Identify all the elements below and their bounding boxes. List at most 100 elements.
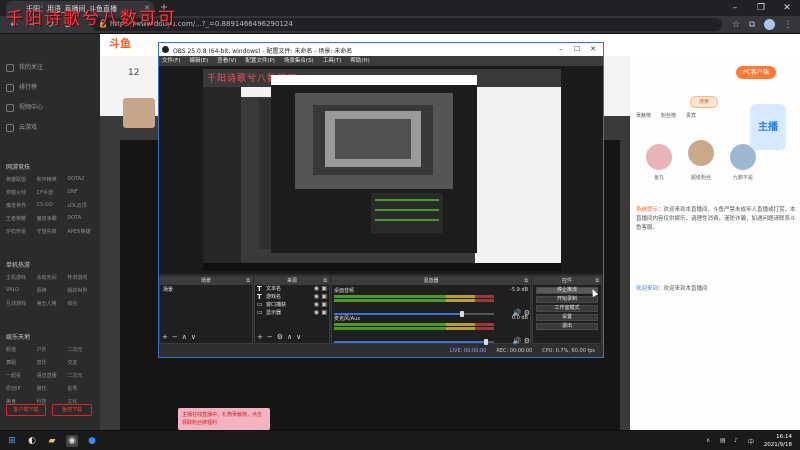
nav-item-video[interactable]: 视频中心	[6, 102, 43, 112]
tab-fans[interactable]: 粉丝榜	[661, 112, 676, 119]
nav-link[interactable]: 王者荣耀	[6, 215, 37, 222]
nav-link[interactable]: 二次元	[67, 346, 98, 353]
nav-link[interactable]: 娱乐	[37, 385, 68, 392]
nav-link[interactable]: 二次元	[67, 372, 98, 379]
dock-float-icon[interactable]: ⧉	[246, 277, 250, 285]
nav-link[interactable]: 户外	[37, 346, 68, 353]
nav-link[interactable]: 第五人格	[37, 300, 68, 307]
nav-item-rank[interactable]: 排行榜	[6, 82, 37, 92]
search-button[interactable]: 搜索	[690, 96, 718, 108]
fan-avatar[interactable]	[646, 144, 672, 170]
profile-avatar[interactable]	[764, 19, 775, 30]
nav-link[interactable]: 语音直播	[37, 372, 68, 379]
pc-client-badge[interactable]: PC客户端	[736, 66, 776, 79]
menu-icon[interactable]: ⋮	[782, 19, 794, 31]
nav-link[interactable]: 和平精英	[37, 176, 68, 183]
streamer-avatar[interactable]	[123, 98, 155, 128]
menu-scene-collection[interactable]: 场景集合(S)	[284, 56, 314, 66]
nav-link[interactable]: CS:GO	[37, 202, 68, 209]
stop-streaming-button[interactable]: 停止推流	[536, 287, 598, 294]
tab-contribution[interactable]: 贡献榜	[636, 112, 651, 119]
move-up-icon[interactable]: ∧	[287, 333, 292, 341]
obs-titlebar[interactable]: OBS 25.0.8 (64-bit, windows) - 配置文件: 未命名…	[159, 43, 603, 56]
studio-mode-button[interactable]: 工作室模式	[536, 305, 598, 312]
volume-icon[interactable]: ♪	[734, 437, 738, 444]
nav-link[interactable]: 守望先锋	[37, 228, 68, 235]
nav-link[interactable]: 原神	[37, 287, 68, 294]
nav-item-cloudgame[interactable]: 云游戏	[6, 122, 37, 132]
tab-vip[interactable]: 贵宾	[686, 112, 696, 119]
notice-banner[interactable]: 主播在线直播中，礼物贡献榜，点击领取粉丝牌福利	[178, 408, 270, 430]
ime-indicator[interactable]: 中	[748, 437, 754, 446]
taskbar-clock[interactable]: 16:14 2021/9/18	[764, 433, 792, 449]
obs-maximize-button[interactable]: ☐	[569, 43, 585, 56]
menu-view[interactable]: 查看(V)	[217, 56, 236, 66]
visibility-icon[interactable]: ◉	[314, 285, 319, 293]
nav-link[interactable]: DNF	[67, 189, 98, 196]
nav-link[interactable]: DOTA	[67, 215, 98, 222]
nav-link[interactable]: 永劫无间	[37, 274, 68, 281]
visibility-icon[interactable]: ◉	[314, 293, 319, 301]
menu-tools[interactable]: 工具(T)	[323, 56, 342, 66]
site-logo[interactable]: 斗鱼	[100, 34, 140, 54]
settings-button[interactable]: 设置	[536, 314, 598, 321]
obs-taskbar-icon[interactable]: ◉	[66, 435, 78, 447]
nav-link[interactable]: 穿越火线	[6, 189, 37, 196]
gear-icon[interactable]: ⚙	[524, 337, 530, 345]
menu-help[interactable]: 帮助(H)	[350, 56, 369, 66]
nav-item-follow[interactable]: 我的关注	[6, 62, 43, 72]
nav-link[interactable]: 怀旧游戏	[67, 274, 98, 281]
lock-icon[interactable]: ▣	[321, 293, 327, 301]
nav-link[interactable]: 一起看	[6, 372, 37, 379]
nav-link[interactable]: 舞蹈	[6, 359, 37, 366]
source-item[interactable]: ▭ 窗口捕获 ◉ ▣	[255, 301, 329, 309]
speaker-icon[interactable]: 🔊	[513, 337, 522, 345]
nav-link[interactable]: DOTA2	[67, 176, 98, 183]
app-download-button[interactable]: 鱼吧下载	[52, 404, 92, 416]
nav-link[interactable]: 魔兽世界	[6, 202, 37, 209]
source-item[interactable]: T 文本名 ◉ ▣	[255, 285, 329, 293]
exit-button[interactable]: 退出	[536, 323, 598, 330]
move-down-icon[interactable]: ∨	[296, 333, 301, 341]
url-field[interactable]: 🔒 https://www.douyu.com/...?_=0.88914664…	[92, 18, 722, 31]
nav-link[interactable]: 主机游戏	[6, 274, 37, 281]
dock-float-icon[interactable]: ⧉	[323, 277, 327, 285]
star-icon[interactable]: ☆	[730, 19, 742, 31]
fan-avatar[interactable]	[688, 140, 714, 166]
source-item[interactable]: ▭ 显示器 ◉ ▣	[255, 309, 329, 317]
network-icon[interactable]: ▤	[720, 437, 726, 444]
tray-chevron-icon[interactable]: ∧	[706, 437, 710, 444]
dock-float-icon[interactable]: ⧉	[524, 277, 528, 285]
nav-link[interactable]: 英雄联盟	[6, 176, 37, 183]
nav-link[interactable]: VALO	[6, 287, 37, 294]
nav-link[interactable]: 综合	[67, 300, 98, 307]
start-recording-button[interactable]: 开始录制	[536, 296, 598, 303]
menu-profile[interactable]: 配置文件(P)	[245, 56, 275, 66]
visibility-icon[interactable]: ◉	[314, 309, 319, 317]
minimize-button[interactable]: –	[722, 0, 748, 16]
volume-slider[interactable]	[334, 339, 494, 345]
move-up-icon[interactable]: ∧	[182, 333, 187, 341]
menu-edit[interactable]: 编辑(E)	[189, 56, 208, 66]
maximize-button[interactable]: ❐	[748, 0, 774, 16]
windows-start-icon[interactable]: ⊞	[6, 435, 18, 447]
nav-link[interactable]: 我的世界	[67, 287, 98, 294]
lock-icon[interactable]: ▣	[321, 301, 327, 309]
nav-link[interactable]: 星秀	[67, 385, 98, 392]
dock-float-icon[interactable]: ⧉	[595, 277, 599, 285]
nav-link[interactable]: 交友	[67, 359, 98, 366]
remove-icon[interactable]: −	[172, 333, 178, 341]
visibility-icon[interactable]: ◉	[314, 301, 319, 309]
scene-item[interactable]: 场景	[160, 285, 252, 294]
settings-icon[interactable]: ⚙	[277, 333, 283, 341]
nav-link[interactable]: 炉石传说	[6, 228, 37, 235]
nav-link[interactable]: 互动游戏	[6, 300, 37, 307]
nav-link[interactable]: CF手游	[37, 189, 68, 196]
obs-minimize-button[interactable]: –	[553, 43, 569, 56]
lock-icon[interactable]: ▣	[321, 285, 327, 293]
nav-link[interactable]: 原创IP	[6, 385, 37, 392]
add-icon[interactable]: +	[257, 333, 263, 341]
move-down-icon[interactable]: ∨	[191, 333, 196, 341]
obs-close-button[interactable]: ✕	[585, 43, 601, 56]
nav-link[interactable]: 颜值	[6, 346, 37, 353]
